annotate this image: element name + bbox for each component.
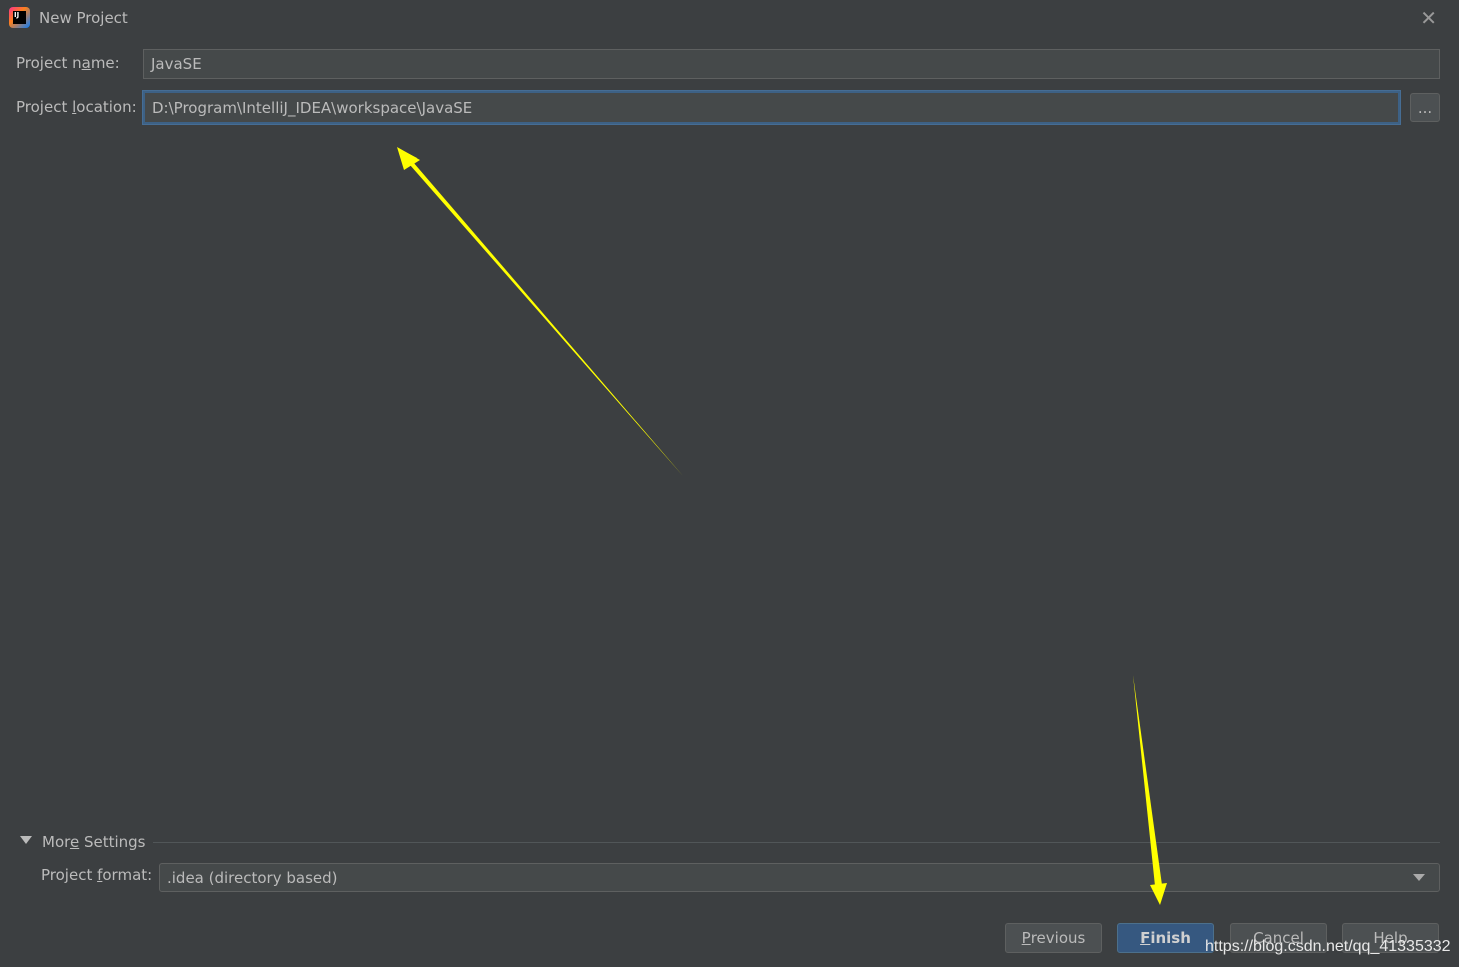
- arrow-to-finish: [1133, 675, 1162, 886]
- annotation-arrows: [397, 147, 1167, 905]
- arrow-to-finish-head: [1150, 883, 1167, 905]
- watermark: https://blog.csdn.net/qq_41335332: [1205, 938, 1451, 955]
- arrow-to-location: [398, 148, 683, 476]
